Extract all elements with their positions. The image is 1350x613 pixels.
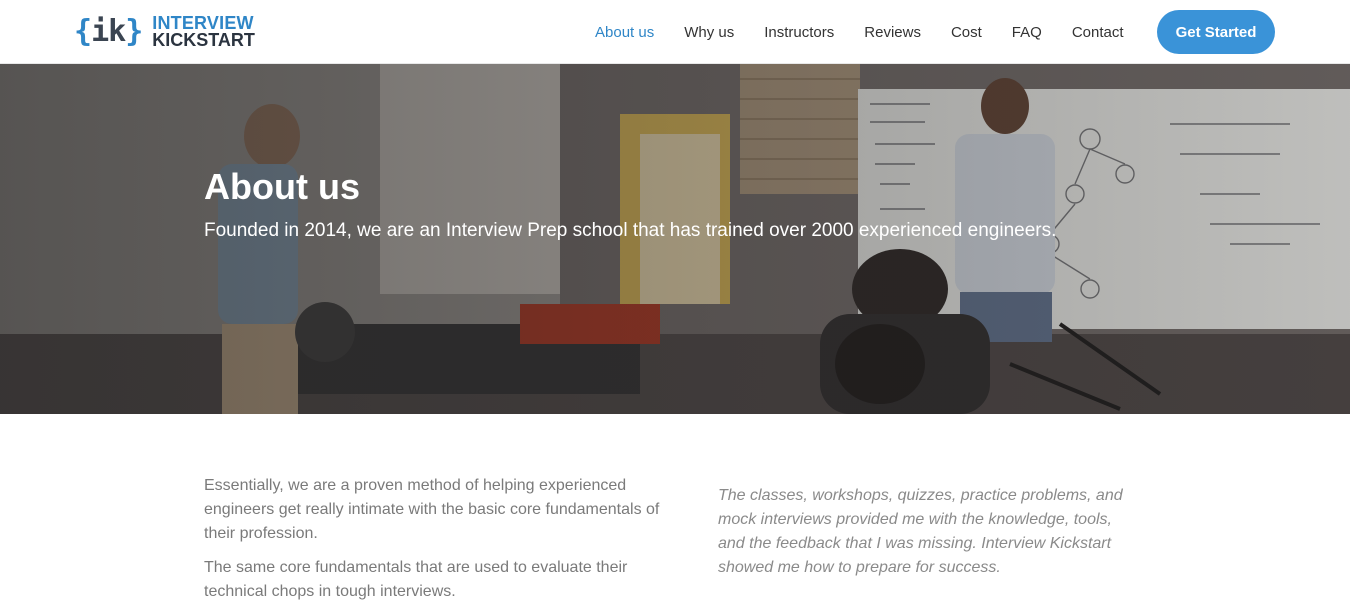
logo-line2: KICKSTART [152, 30, 255, 50]
nav-item-about-us[interactable]: About us [595, 24, 654, 41]
hero-subtitle: Founded in 2014, we are an Interview Pre… [204, 220, 1057, 241]
nav-item-cost[interactable]: Cost [951, 24, 982, 41]
logo-wordmark: INTERVIEW KICKSTART [152, 14, 255, 50]
about-intro: Essentially, we are a proven method of h… [204, 474, 664, 613]
intro-paragraph: The same core fundamentals that are used… [204, 559, 628, 600]
nav-item-reviews[interactable]: Reviews [864, 24, 921, 41]
nav-item-why-us[interactable]: Why us [684, 24, 734, 41]
page-title: About us [204, 166, 360, 207]
brand-logo[interactable]: {ik} INTERVIEW KICKSTART [74, 12, 255, 52]
hero-banner: About us Founded in 2014, we are an Inte… [0, 64, 1350, 414]
main-nav: About us Why us Instructors Reviews Cost… [580, 0, 1139, 64]
logo-mark-icon: {ik} [74, 14, 143, 49]
nav-item-instructors[interactable]: Instructors [764, 24, 834, 41]
nav-item-faq[interactable]: FAQ [1012, 24, 1042, 41]
site-header: {ik} INTERVIEW KICKSTART About us Why us… [0, 0, 1350, 64]
get-started-button[interactable]: Get Started [1157, 10, 1275, 54]
testimonial-quote: The classes, workshops, quizzes, practic… [718, 487, 1123, 576]
intro-paragraph: Essentially, we are a proven method of h… [204, 477, 660, 542]
nav-item-contact[interactable]: Contact [1072, 24, 1124, 41]
